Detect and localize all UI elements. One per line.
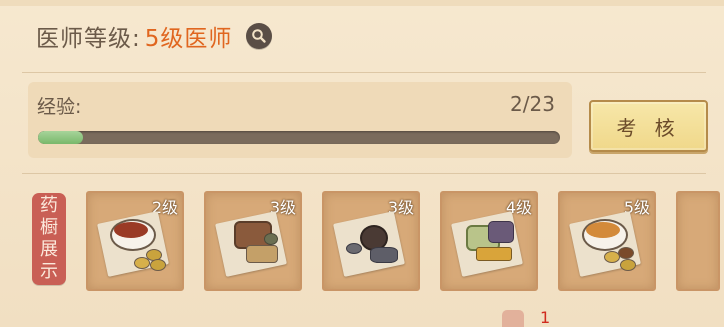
divider (22, 72, 706, 73)
seal-char: 示 (40, 261, 58, 282)
experience-progress-bar (38, 131, 560, 144)
experience-label: 经验: (37, 96, 82, 118)
divider (22, 173, 706, 174)
experience-count: 2/23 (510, 92, 555, 116)
medicine-card[interactable]: 3级 (322, 191, 420, 291)
doctor-level-label: 医师等级: (36, 26, 141, 52)
top-ornament (0, 0, 724, 6)
reward-icon (502, 310, 524, 327)
exam-button[interactable]: 考 核 (589, 100, 708, 152)
exam-button-label: 考 核 (616, 115, 681, 140)
seal-char: 展 (40, 239, 58, 260)
title-row: 医师等级: 5级医师 (36, 18, 273, 54)
experience-progress-fill (38, 131, 84, 144)
medicine-cabinet-seal: 药 橱 展 示 (32, 193, 66, 285)
medicine-card[interactable]: 5级 (558, 191, 656, 291)
seal-char: 药 (40, 195, 58, 216)
medicine-card-partial[interactable] (676, 191, 720, 291)
experience-box (28, 82, 572, 158)
doctor-level-value: 5级医师 (144, 26, 233, 52)
medicine-card[interactable]: 2级 (86, 191, 184, 291)
search-button[interactable] (246, 23, 273, 49)
medicine-card[interactable]: 3级 (204, 191, 302, 291)
reward-count: 1 (540, 308, 551, 327)
seal-char: 橱 (40, 217, 58, 238)
search-icon (252, 29, 267, 43)
medicine-card[interactable]: 4级 (440, 191, 538, 291)
